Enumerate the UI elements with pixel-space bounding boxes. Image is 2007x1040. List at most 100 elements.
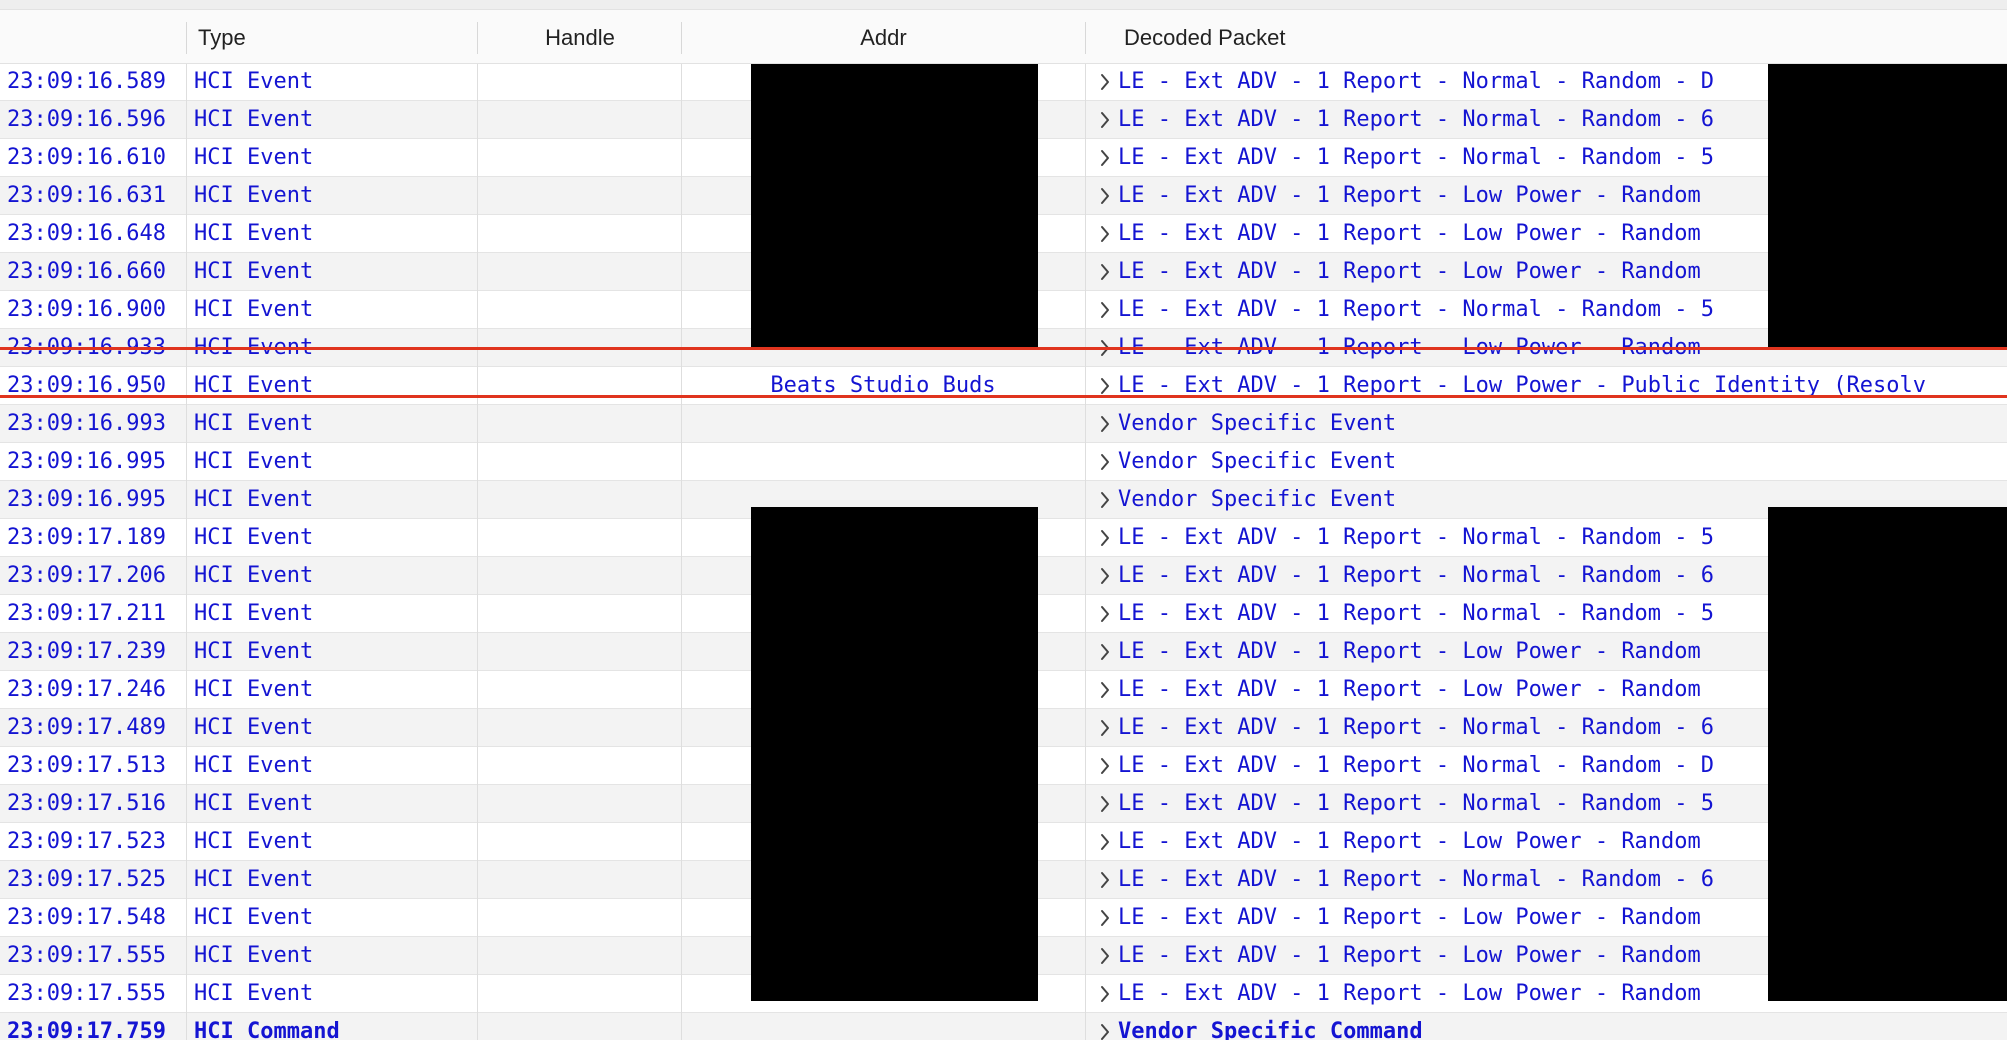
decoded-packet-cell: LE - Ext ADV - 1 Report - Low Power - Pu… bbox=[1118, 373, 1926, 398]
type-cell: HCI Event bbox=[194, 601, 314, 626]
handle-cell bbox=[478, 557, 678, 595]
chevron-right-icon[interactable] bbox=[1094, 1013, 1116, 1040]
handle-cell bbox=[478, 975, 678, 1013]
chevron-right-icon[interactable] bbox=[1094, 975, 1116, 1013]
type-cell: HCI Event bbox=[194, 867, 314, 892]
timestamp-cell: 23:09:16.995 bbox=[7, 449, 166, 474]
timestamp-cell: 23:09:16.995 bbox=[7, 487, 166, 512]
chevron-right-icon[interactable] bbox=[1094, 595, 1116, 633]
handle-cell bbox=[478, 937, 678, 975]
redaction-block-addr bbox=[751, 507, 1038, 1001]
timestamp-cell: 23:09:17.548 bbox=[7, 905, 166, 930]
decoded-packet-cell: Vendor Specific Event bbox=[1118, 411, 1397, 436]
type-cell: HCI Event bbox=[194, 373, 314, 398]
handle-cell bbox=[478, 481, 678, 519]
handle-cell bbox=[478, 139, 678, 177]
timestamp-cell: 23:09:16.631 bbox=[7, 183, 166, 208]
type-cell: HCI Event bbox=[194, 791, 314, 816]
handle-cell bbox=[478, 747, 678, 785]
chevron-right-icon[interactable] bbox=[1094, 861, 1116, 899]
timestamp-cell: 23:09:17.489 bbox=[7, 715, 166, 740]
type-cell: HCI Command bbox=[194, 1019, 340, 1040]
timestamp-cell: 23:09:16.993 bbox=[7, 411, 166, 436]
column-divider[interactable] bbox=[1085, 22, 1086, 54]
timestamp-cell: 23:09:16.648 bbox=[7, 221, 166, 246]
table-row[interactable]: 23:09:17.759 HCI Command Vendor Specific C… bbox=[0, 1013, 2007, 1040]
handle-cell bbox=[478, 671, 678, 709]
handle-cell bbox=[478, 633, 678, 671]
column-divider[interactable] bbox=[186, 22, 187, 54]
handle-cell bbox=[478, 861, 678, 899]
window-top-strip bbox=[0, 0, 2007, 10]
chevron-right-icon[interactable] bbox=[1094, 481, 1116, 519]
chevron-right-icon[interactable] bbox=[1094, 823, 1116, 861]
timestamp-cell: 23:09:17.516 bbox=[7, 791, 166, 816]
type-cell: HCI Event bbox=[194, 69, 314, 94]
type-cell: HCI Event bbox=[194, 981, 314, 1006]
type-cell: HCI Event bbox=[194, 715, 314, 740]
chevron-right-icon[interactable] bbox=[1094, 405, 1116, 443]
handle-cell bbox=[478, 64, 678, 101]
handle-cell bbox=[478, 595, 678, 633]
addr-cell bbox=[682, 405, 1084, 443]
type-cell: HCI Event bbox=[194, 221, 314, 246]
redaction-block-decoded bbox=[1768, 64, 2007, 349]
type-cell: HCI Event bbox=[194, 639, 314, 664]
handle-cell bbox=[478, 899, 678, 937]
addr-cell bbox=[682, 443, 1084, 481]
column-divider bbox=[186, 64, 187, 1040]
table-row[interactable]: 23:09:16.995 HCI Event Vendor Specific Eve… bbox=[0, 443, 2007, 481]
column-header-type[interactable]: Type bbox=[198, 10, 246, 64]
chevron-right-icon[interactable] bbox=[1094, 671, 1116, 709]
handle-cell bbox=[478, 405, 678, 443]
chevron-right-icon[interactable] bbox=[1094, 139, 1116, 177]
table-row-selected[interactable]: 23:09:16.950 HCI Event Beats Studio Buds LE… bbox=[0, 367, 2007, 405]
column-header-decoded-packet[interactable]: Decoded Packet bbox=[1124, 10, 1285, 64]
chevron-right-icon[interactable] bbox=[1094, 709, 1116, 747]
column-header-handle[interactable]: Handle bbox=[478, 10, 682, 64]
timestamp-cell: 23:09:17.759 bbox=[7, 1019, 166, 1040]
timestamp-cell: 23:09:17.211 bbox=[7, 601, 166, 626]
timestamp-cell: 23:09:16.660 bbox=[7, 259, 166, 284]
timestamp-cell: 23:09:17.525 bbox=[7, 867, 166, 892]
timestamp-cell: 23:09:16.589 bbox=[7, 69, 166, 94]
chevron-right-icon[interactable] bbox=[1094, 747, 1116, 785]
chevron-right-icon[interactable] bbox=[1094, 785, 1116, 823]
type-cell: HCI Event bbox=[194, 411, 314, 436]
chevron-right-icon[interactable] bbox=[1094, 367, 1116, 405]
handle-cell bbox=[478, 1013, 678, 1040]
decoded-packet-cell: Vendor Specific Command bbox=[1118, 1019, 1423, 1040]
handle-cell bbox=[478, 215, 678, 253]
table-header: Type Handle Addr Decoded Packet bbox=[0, 10, 2007, 64]
type-cell: HCI Event bbox=[194, 449, 314, 474]
chevron-right-icon[interactable] bbox=[1094, 291, 1116, 329]
handle-cell bbox=[478, 443, 678, 481]
timestamp-cell: 23:09:16.610 bbox=[7, 145, 166, 170]
chevron-right-icon[interactable] bbox=[1094, 899, 1116, 937]
chevron-right-icon[interactable] bbox=[1094, 557, 1116, 595]
type-cell: HCI Event bbox=[194, 487, 314, 512]
type-cell: HCI Event bbox=[194, 145, 314, 170]
type-cell: HCI Event bbox=[194, 943, 314, 968]
timestamp-cell: 23:09:17.239 bbox=[7, 639, 166, 664]
chevron-right-icon[interactable] bbox=[1094, 177, 1116, 215]
addr-cell: Beats Studio Buds bbox=[770, 373, 996, 398]
type-cell: HCI Event bbox=[194, 297, 314, 322]
chevron-right-icon[interactable] bbox=[1094, 101, 1116, 139]
chevron-right-icon[interactable] bbox=[1094, 519, 1116, 557]
chevron-right-icon[interactable] bbox=[1094, 633, 1116, 671]
timestamp-cell: 23:09:17.246 bbox=[7, 677, 166, 702]
chevron-right-icon[interactable] bbox=[1094, 253, 1116, 291]
addr-cell bbox=[682, 1013, 1084, 1040]
chevron-right-icon[interactable] bbox=[1094, 443, 1116, 481]
chevron-right-icon[interactable] bbox=[1094, 64, 1116, 101]
handle-cell bbox=[478, 367, 678, 405]
timestamp-cell: 23:09:17.555 bbox=[7, 981, 166, 1006]
type-cell: HCI Event bbox=[194, 753, 314, 778]
timestamp-cell: 23:09:17.513 bbox=[7, 753, 166, 778]
type-cell: HCI Event bbox=[194, 525, 314, 550]
chevron-right-icon[interactable] bbox=[1094, 215, 1116, 253]
chevron-right-icon[interactable] bbox=[1094, 937, 1116, 975]
table-row[interactable]: 23:09:16.993 HCI Event Vendor Specific Eve… bbox=[0, 405, 2007, 443]
column-header-addr[interactable]: Addr bbox=[682, 10, 1085, 64]
